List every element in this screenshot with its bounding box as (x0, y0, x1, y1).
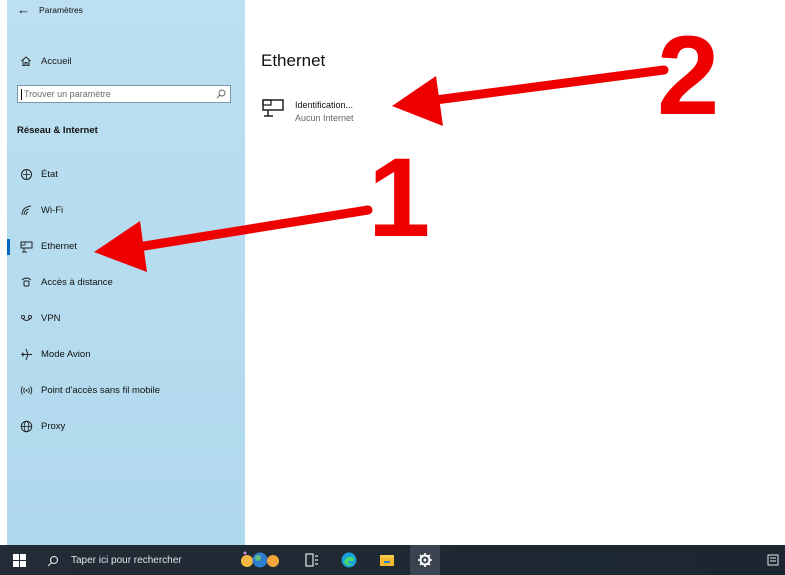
sidebar-item-status[interactable]: État (7, 161, 245, 189)
search-icon[interactable] (216, 89, 226, 99)
dialup-icon (21, 277, 32, 287)
settings-search-input[interactable] (24, 86, 214, 102)
home-label: Accueil (41, 56, 72, 67)
sidebar-item-label: VPN (41, 313, 61, 324)
ethernet-icon (262, 99, 284, 117)
status-icon (21, 169, 32, 180)
sidebar-item-label: Mode Avion (41, 349, 91, 360)
settings-search-box[interactable] (17, 85, 231, 103)
settings-icon[interactable] (416, 551, 434, 569)
file-explorer-icon[interactable] (378, 551, 396, 569)
taskbar-search-placeholder: Taper ici pour rechercher (71, 555, 182, 566)
sidebar-item-mobile-hotspot[interactable]: Point d'accès sans fil mobile (7, 377, 245, 405)
network-status: Aucun Internet (295, 113, 354, 123)
page-title: Ethernet (261, 51, 326, 70)
sidebar: ← Paramètres Accueil Réseau & Internet É… (7, 0, 245, 545)
home-icon (21, 56, 31, 66)
sidebar-item-ethernet[interactable]: Ethernet (7, 233, 245, 261)
search-icon (47, 555, 59, 567)
sidebar-item-airplane-mode[interactable]: Mode Avion (7, 341, 245, 369)
network-name: Identification... (295, 100, 354, 110)
back-arrow-icon[interactable]: ← (17, 3, 31, 17)
windows-start-icon[interactable] (13, 554, 26, 567)
section-title: Réseau & Internet (17, 125, 98, 136)
sidebar-item-label: Proxy (41, 421, 66, 432)
task-view-icon[interactable] (303, 551, 321, 569)
hotspot-icon (20, 386, 33, 395)
sidebar-item-label: État (41, 169, 58, 180)
app-title: Paramètres (39, 5, 83, 15)
sidebar-item-vpn[interactable]: VPN (7, 305, 245, 333)
vpn-icon (20, 314, 33, 321)
taskbar-search[interactable]: Taper ici pour rechercher (47, 551, 227, 571)
taskbar: Taper ici pour rechercher (0, 545, 785, 575)
sidebar-item-label: Point d'accès sans fil mobile (41, 385, 161, 396)
notification-center-icon[interactable] (767, 554, 779, 566)
home-link[interactable]: Accueil (7, 48, 245, 76)
sidebar-item-label: Accès à distance (41, 277, 113, 288)
airplane-icon (21, 348, 32, 361)
widgets-icon[interactable] (239, 551, 283, 569)
wifi-icon (21, 205, 32, 216)
titlebar: ← Paramètres (7, 0, 245, 22)
sidebar-item-label: Ethernet (41, 241, 77, 252)
sidebar-item-dialup[interactable]: Accès à distance (7, 269, 245, 297)
sidebar-item-proxy[interactable]: Proxy (7, 413, 245, 441)
network-connection-item[interactable]: Identification... Aucun Internet (261, 95, 461, 129)
ethernet-icon (20, 241, 33, 253)
edge-icon[interactable] (340, 551, 358, 569)
annotation-number-2: 2 (657, 13, 720, 138)
sidebar-item-label: Wi-Fi (41, 205, 64, 216)
text-caret (21, 89, 22, 100)
annotation-number-1: 1 (368, 135, 431, 260)
globe-icon (20, 420, 33, 433)
sidebar-item-wifi[interactable]: Wi-Fi (7, 197, 245, 225)
